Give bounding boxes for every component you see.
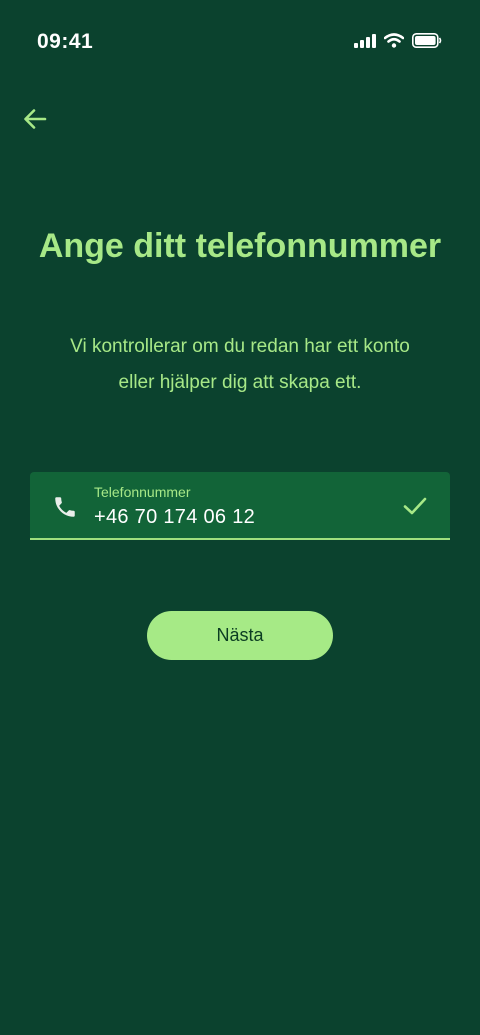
arrow-left-icon xyxy=(23,108,47,135)
phone-field-label: Telefonnummer xyxy=(94,484,191,500)
next-button[interactable]: Nästa xyxy=(147,611,333,660)
wifi-icon xyxy=(384,33,404,48)
status-time: 09:41 xyxy=(37,30,94,53)
status-bar: 09:41 xyxy=(0,0,480,86)
signal-icon xyxy=(354,33,376,48)
status-icons xyxy=(354,33,442,48)
phone-number-field[interactable]: Telefonnummer +46 70 174 06 12 xyxy=(30,472,450,540)
check-icon xyxy=(402,494,428,518)
back-button[interactable] xyxy=(17,103,53,139)
phone-field-value[interactable]: +46 70 174 06 12 xyxy=(94,506,255,529)
page-subtitle: Vi kontrollerar om du redan har ett kont… xyxy=(70,336,410,393)
battery-icon xyxy=(412,33,442,48)
phone-icon xyxy=(52,494,78,520)
page-title: Ange ditt telefonnummer xyxy=(38,227,442,265)
